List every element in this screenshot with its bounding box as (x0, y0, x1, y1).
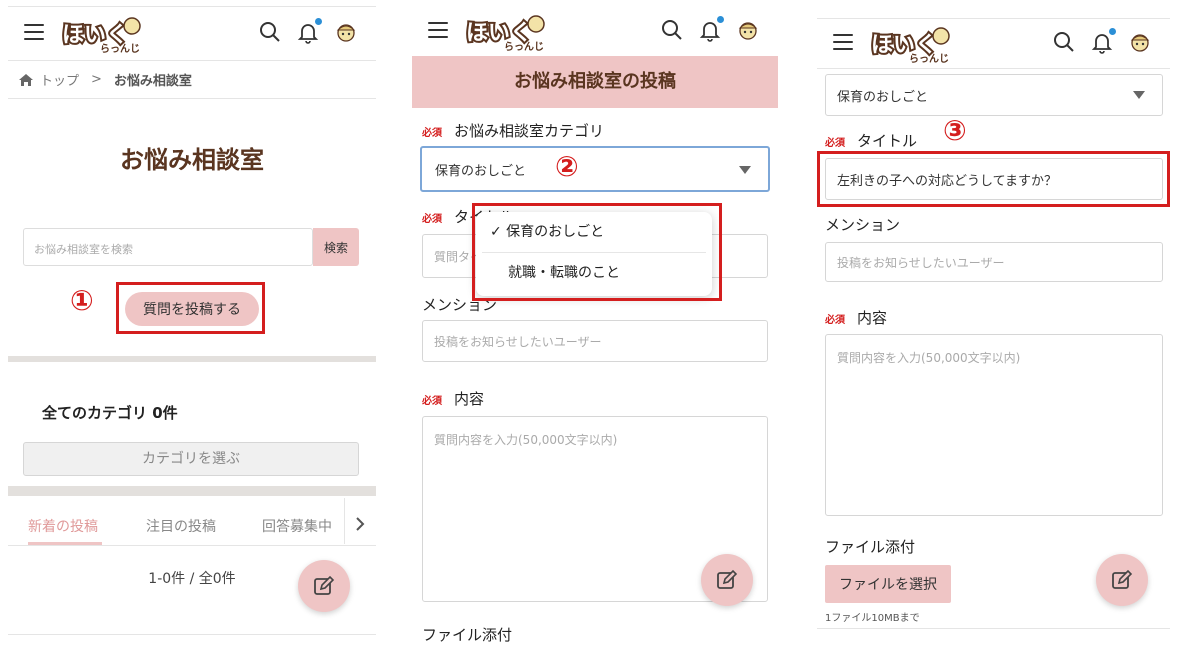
category-label: お悩み相談室カテゴリ (454, 122, 605, 140)
edit-icon (717, 569, 738, 589)
svg-text:らっんじ: らっんじ (504, 41, 544, 52)
search-icon[interactable] (660, 18, 684, 42)
new-post-fab[interactable] (701, 554, 753, 606)
mention-label: メンション (825, 216, 901, 234)
search-button[interactable]: 検索 (313, 228, 359, 266)
new-post-fab[interactable] (1096, 554, 1148, 606)
mention-input[interactable]: 投稿をお知らせしたいユーザー (422, 320, 768, 362)
content-label: 内容 (454, 390, 485, 408)
notification-dot (315, 18, 322, 25)
svg-text:らっんじ: らっんじ (100, 43, 140, 54)
required-badge: 必須 (825, 138, 845, 149)
search-icon[interactable] (258, 20, 282, 44)
edit-icon (1112, 569, 1133, 589)
screen-question-list: ほいく らっんじ トップ > お悩み相談室 お悩み相談室 お悩み相談室を検索 検… (8, 0, 376, 648)
annotation-highlight-box (472, 203, 722, 301)
divider (8, 6, 376, 7)
step-marker-2: ② (555, 150, 579, 183)
content-label: 内容 (857, 309, 888, 327)
section-divider (8, 486, 376, 496)
breadcrumb-separator: > (91, 72, 102, 87)
annotation-highlight-box (817, 151, 1170, 207)
dropdown-arrow-icon (1133, 91, 1145, 99)
edit-icon (314, 575, 335, 595)
required-badge: 必須 (422, 214, 442, 225)
section-divider (8, 356, 376, 362)
notification-bell-icon[interactable] (1090, 28, 1116, 54)
search-icon[interactable] (1052, 30, 1076, 54)
divider (817, 18, 1170, 19)
divider (8, 634, 376, 635)
notification-dot (717, 16, 724, 23)
divider (8, 545, 376, 546)
breadcrumb: トップ > お悩み相談室 (18, 70, 192, 89)
notification-dot (1109, 28, 1116, 35)
new-post-fab[interactable] (298, 560, 350, 612)
hamburger-menu-icon[interactable] (24, 24, 44, 40)
content-textarea[interactable]: 質問内容を入力(50,000文字以内) (825, 334, 1163, 516)
screen-post-form-dropdown: ほいく らっんじ お悩み相談室の投稿 必須 お悩み相談室カテゴリ 保育のおしごと… (412, 0, 778, 648)
site-logo[interactable]: ほいく らっんじ (869, 22, 955, 64)
svg-text:らっんじ: らっんじ (909, 53, 949, 64)
user-avatar[interactable] (334, 20, 358, 44)
app-header: ほいく らっんじ (412, 0, 778, 60)
form-header-title: お悩み相談室の投稿 (412, 56, 778, 108)
user-avatar[interactable] (736, 18, 760, 42)
file-attach-label: ファイル添付 (825, 538, 916, 556)
annotation-highlight-box (116, 282, 265, 334)
home-icon[interactable] (18, 73, 34, 87)
choose-category-button[interactable]: カテゴリを選ぶ (23, 442, 359, 476)
required-badge: 必須 (825, 315, 845, 326)
tab-new-posts[interactable]: 新着の投稿 (28, 516, 98, 536)
divider (817, 628, 1170, 629)
required-badge: 必須 (422, 128, 442, 139)
page-title: お悩み相談室 (120, 146, 264, 174)
step-marker-3: ③ (943, 114, 967, 147)
dropdown-arrow-icon (739, 166, 751, 174)
divider (817, 68, 1170, 69)
divider (8, 60, 376, 61)
notification-bell-icon[interactable] (296, 18, 322, 44)
notification-bell-icon[interactable] (698, 16, 724, 42)
screen-post-form-filled: ほいく らっんじ 保育のおしごと 必須 タイトル ③ 左利きの子への対応どうして… (817, 0, 1170, 648)
post-tabs: 新着の投稿 注目の投稿 回答募集中 (8, 506, 376, 546)
tab-popular-posts[interactable]: 注目の投稿 (146, 516, 216, 536)
app-header: ほいく らっんじ (8, 2, 376, 62)
hamburger-menu-icon[interactable] (833, 34, 853, 50)
step-marker-1: ① (70, 284, 94, 317)
search-input[interactable]: お悩み相談室を検索 (23, 228, 313, 266)
user-avatar[interactable] (1128, 30, 1152, 54)
breadcrumb-current: お悩み相談室 (113, 74, 192, 89)
breadcrumb-home-link[interactable]: トップ (40, 70, 79, 89)
title-label: タイトル (857, 132, 918, 150)
app-header: ほいく らっんじ (817, 12, 1170, 72)
mention-input[interactable]: 投稿をお知らせしたいユーザー (825, 242, 1163, 282)
tab-answers-wanted[interactable]: 回答募集中 (262, 516, 332, 536)
choose-file-button[interactable]: ファイルを選択 (825, 565, 951, 603)
chevron-right-icon[interactable] (354, 516, 366, 532)
category-select[interactable]: 保育のおしごと (420, 146, 770, 192)
category-select[interactable]: 保育のおしごと (825, 74, 1163, 116)
required-badge: 必須 (422, 396, 442, 407)
divider (8, 98, 376, 99)
file-size-note: 1ファイル10MBまで (825, 613, 920, 624)
hamburger-menu-icon[interactable] (428, 22, 448, 38)
file-attach-label: ファイル添付 (422, 626, 513, 644)
site-logo[interactable]: ほいく らっんじ (464, 10, 550, 52)
tab-scroll-divider (344, 498, 345, 544)
site-logo[interactable]: ほいく らっんじ (60, 12, 146, 54)
category-count-heading: 全てのカテゴリ 0件 (42, 404, 178, 422)
